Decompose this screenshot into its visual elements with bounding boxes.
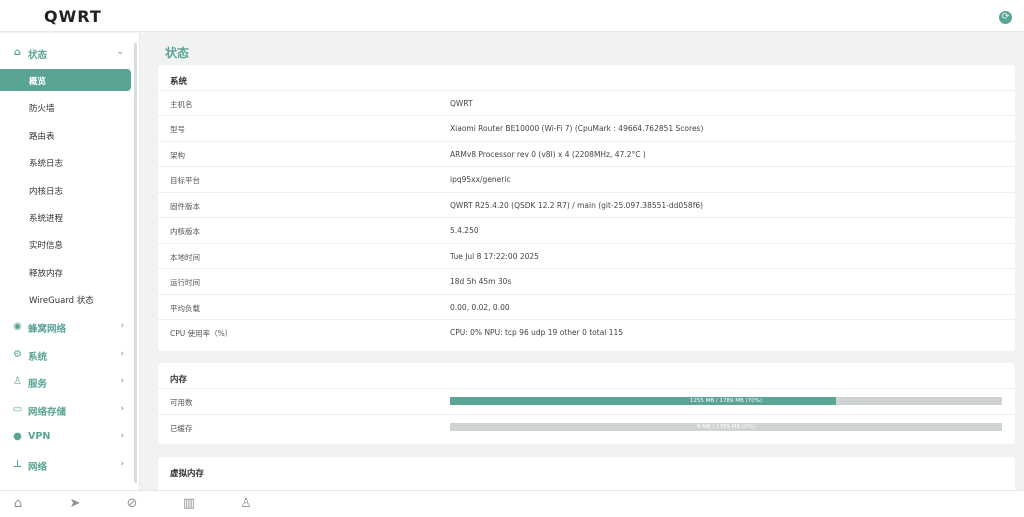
sidebar-group-nas[interactable]: ▭ 网络存储 › [0,399,132,421]
memory-row-available: 可用数 1255 MB / 1789 MB (70%) [158,388,1015,414]
info-row-uptime: 运行时间 18d 5h 45m 30s [158,268,1015,294]
globe-icon: ● [13,431,22,442]
sidebar-item-processes[interactable]: 系统进程 [0,206,132,228]
network-icon: ⊥ [12,459,23,470]
chevron-right-icon: › [120,376,124,386]
sidebar-group-status[interactable]: ⌂ 状态 ⌄ [0,42,132,64]
swap-card-title: 虚拟内存 [170,469,205,479]
home-icon: ⌂ [13,47,22,58]
compass-icon[interactable]: ⊘ [123,495,141,513]
info-row-hostname: 主机名 QWRT [158,90,1015,116]
sidebar-item-free-memory[interactable]: 释放内存 [0,261,132,283]
memory-cached-bar: 9 MB / 1789 MB (0%) [450,423,1002,431]
sidebar: ⌂ 状态 ⌄ 概览 防火墙 路由表 系统日志 内核日志 系统进程 实时信息 释放… [0,33,140,490]
sidebar-item-kernel-log[interactable]: 内核日志 [0,179,132,201]
memory-card-title: 内存 [170,375,188,385]
info-row-arch: 架构 ARMv8 Processor rev 0 (v8l) x 4 (2208M… [158,141,1015,167]
sidebar-group-label: 状态 [28,50,48,61]
home-icon[interactable]: ⌂ [9,495,27,513]
memory-available-bar: 1255 MB / 1789 MB (70%) [450,397,1002,405]
brand-logo[interactable]: QWRT [44,7,102,26]
system-card-title: 系统 [170,77,188,87]
chevron-right-icon: › [120,459,124,469]
memory-available-text: 1255 MB / 1789 MB (70%) [689,398,763,404]
chart-icon[interactable]: ▥ [180,495,198,513]
memory-cached-text: 9 MB / 1789 MB (0%) [696,424,756,430]
gear-icon: ⚙ [13,349,22,360]
info-row-target: 目标平台 ipq95xx/generic [158,166,1015,192]
info-row-kernel: 内核版本 5.4.250 [158,217,1015,243]
sidebar-scrollbar[interactable] [134,43,137,483]
info-row-firmware: 固件版本 QWRT R25.4.20 (QSDK 12.2 R7) / main … [158,192,1015,218]
storage-icon: ▭ [12,404,23,415]
system-card: 系统 主机名 QWRT 型号 Xiaomi Router BE10000 (Wi-F… [158,65,1015,351]
user-icon: ♙ [13,376,22,387]
sidebar-group-vpn[interactable]: ● VPN › [0,426,132,448]
memory-row-cached: 已缓存 9 MB / 1789 MB (0%) [158,414,1015,440]
sidebar-item-realtime[interactable]: 实时信息 [0,233,132,255]
refresh-icon[interactable]: ⟳ [999,11,1012,24]
sidebar-item-routes[interactable]: 路由表 [0,124,132,146]
sidebar-item-syslog[interactable]: 系统日志 [0,151,132,173]
sidebar-group-system[interactable]: ⚙ 系统 › [0,344,132,366]
info-row-cpu: CPU 使用率（%） CPU: 0% NPU: tcp 96 udp 19 oth… [158,319,1015,345]
info-row-localtime: 本地时间 Tue Jul 8 17:22:00 2025 [158,243,1015,269]
sidebar-item-firewall[interactable]: 防火墙 [0,96,132,118]
sidebar-group-services[interactable]: ♙ 服务 › [0,371,132,393]
chevron-right-icon: › [120,349,124,359]
send-icon[interactable]: ➤ [66,495,84,513]
chevron-right-icon: › [120,404,124,414]
info-row-load: 平均负载 0.00, 0.02, 0.00 [158,294,1015,320]
page-title: 状态 [165,46,190,60]
cellular-icon: ◉ [13,321,22,332]
info-row-model: 型号 Xiaomi Router BE10000 (Wi-Fi 7) (CpuMa… [158,115,1015,141]
top-header: QWRT ⟳ [0,0,1024,32]
bottom-nav: ⌂ ➤ ⊘ ▥ ♙ [0,490,1024,517]
user-icon[interactable]: ♙ [237,495,255,513]
chevron-down-icon: ⌄ [116,47,124,57]
sidebar-item-wireguard[interactable]: WireGuard 状态 [0,288,132,310]
sidebar-group-cellular[interactable]: ◉ 蜂窝网络 › [0,316,132,338]
chevron-right-icon: › [120,431,124,441]
sidebar-item-overview[interactable]: 概览 [0,69,131,91]
memory-card: 内存 可用数 1255 MB / 1789 MB (70%) 已缓存 9 MB … [158,363,1015,444]
chevron-right-icon: › [120,321,124,331]
sidebar-group-network[interactable]: ⊥ 网络 › [0,454,132,476]
